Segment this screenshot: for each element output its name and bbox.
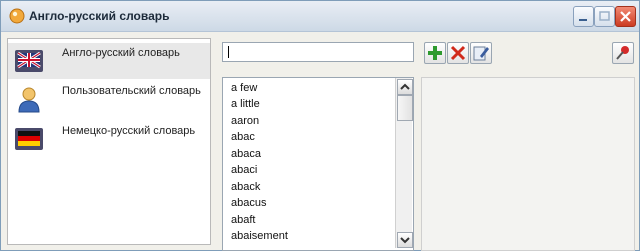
list-item[interactable]: a little	[231, 96, 391, 112]
dictionary-sidebar: Англо-русский словарь Пользовательский с…	[7, 38, 211, 245]
sidebar-item-label: Немецко-русский словарь	[62, 125, 196, 137]
list-item[interactable]: aback	[231, 179, 391, 195]
sidebar-item-label: Пользовательский словарь	[62, 85, 201, 97]
window-title: Англо-русский словарь	[29, 9, 170, 23]
german-flag-book-icon	[14, 125, 44, 153]
add-word-button[interactable]	[424, 42, 446, 64]
user-icon	[14, 85, 44, 113]
close-icon	[620, 11, 631, 22]
sidebar-item-user-dictionary[interactable]: Пользовательский словарь	[8, 81, 210, 117]
chevron-up-icon	[400, 83, 410, 90]
uk-flag-book-icon	[14, 47, 44, 75]
delete-icon	[450, 45, 466, 61]
word-list[interactable]: a few a little aaron abac abaca abaci ab…	[222, 77, 414, 251]
pin-button[interactable]	[612, 42, 634, 64]
close-button[interactable]	[615, 6, 636, 27]
scroll-up-button[interactable]	[397, 79, 413, 95]
dictionary-app-icon	[9, 8, 25, 24]
list-item[interactable]: abac	[231, 129, 391, 145]
minimize-button[interactable]	[573, 6, 594, 27]
search-input[interactable]	[222, 42, 414, 62]
translation-panel	[421, 77, 635, 251]
text-cursor	[228, 46, 229, 58]
pin-icon	[616, 46, 629, 60]
list-item[interactable]: abaca	[231, 146, 391, 162]
list-item[interactable]: abaci	[231, 162, 391, 178]
maximize-button[interactable]	[594, 6, 615, 27]
list-item[interactable]: aaron	[231, 113, 391, 129]
edit-icon	[473, 46, 489, 61]
word-list-scrollbar[interactable]	[395, 78, 413, 248]
add-icon	[428, 46, 442, 60]
list-item[interactable]: a few	[231, 80, 391, 96]
scroll-thumb[interactable]	[397, 95, 413, 121]
sidebar-item-label: Англо-русский словарь	[62, 47, 180, 59]
list-item[interactable]: abaisement	[231, 228, 391, 244]
sidebar-item-german-russian[interactable]: Немецко-русский словарь	[8, 121, 210, 157]
maximize-icon	[599, 11, 610, 21]
list-item[interactable]: abaft	[231, 212, 391, 228]
sidebar-item-english-russian[interactable]: Англо-русский словарь	[8, 43, 210, 79]
title-bar[interactable]: Англо-русский словарь	[1, 1, 639, 32]
minimize-icon	[579, 19, 587, 21]
chevron-down-icon	[400, 237, 410, 244]
app-window: Англо-русский словарь Англо-русский слов…	[0, 0, 640, 251]
scroll-down-button[interactable]	[397, 232, 413, 248]
edit-word-button[interactable]	[470, 42, 492, 64]
delete-word-button[interactable]	[447, 42, 469, 64]
list-item[interactable]: abacus	[231, 195, 391, 211]
